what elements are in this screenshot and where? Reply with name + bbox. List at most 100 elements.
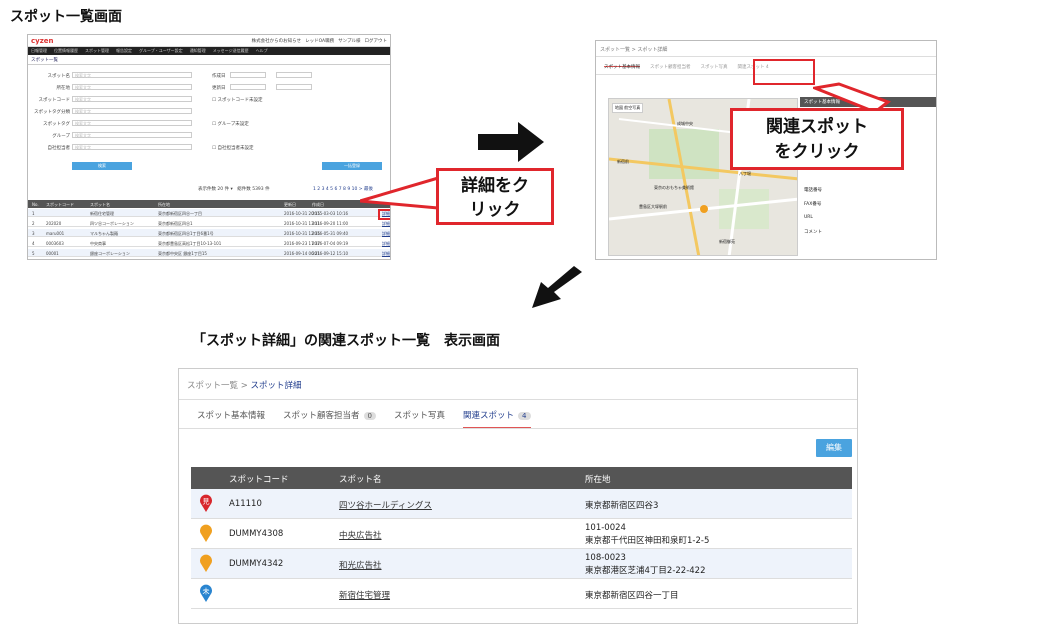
table-cell: 東京都中央区 銀座1丁目15 bbox=[158, 251, 207, 256]
table-row[interactable]: DUMMY4342 和光広告社 108-0023 東京都港区芝浦4丁目2-22-422 bbox=[191, 549, 852, 579]
table-cell: maru001 bbox=[46, 231, 65, 236]
arrow-down-left-icon bbox=[532, 266, 582, 308]
form-label: 所在地 bbox=[56, 86, 71, 91]
spot-pin-icon bbox=[200, 524, 212, 542]
cyzen-logo: cyzen bbox=[31, 36, 54, 45]
table-row[interactable]: 4 0003603 中央商事 東京都豊島区高松1丁目10-13-101 2016-09-… bbox=[28, 239, 390, 247]
form-input[interactable]: 検索文字 bbox=[72, 72, 192, 78]
spot-name-link[interactable]: 四ツ谷ホールディングス bbox=[339, 499, 432, 511]
map-type-map[interactable]: 地図 bbox=[615, 105, 623, 110]
breadcrumb-parent[interactable]: スポット一覧 > bbox=[187, 381, 251, 391]
checkbox-label[interactable]: ☐ グループ未設定 bbox=[212, 121, 249, 127]
header-link[interactable]: ログアウト bbox=[365, 38, 388, 44]
map-label: 成城中央 bbox=[677, 121, 693, 126]
address-line1: 101-0024 bbox=[585, 523, 626, 533]
search-button[interactable]: 検索 bbox=[72, 162, 132, 170]
table-cell: 2 bbox=[32, 221, 35, 226]
tab-badge: 4 bbox=[518, 412, 531, 420]
address: 東京都新宿区四谷一丁目 bbox=[585, 591, 679, 601]
search-form: スポット名 検索文字 所在地 検索文字 スポットコード 検索文字 スポットタグ分類 検索文字ス… bbox=[28, 65, 390, 180]
form-input[interactable]: 検索文字 bbox=[72, 108, 192, 114]
header-links: 株式会社からのお知らせ レッドOA職務 サンプル様 ログアウト bbox=[252, 38, 387, 44]
header-link[interactable]: 株式会社からのお知らせ bbox=[252, 38, 301, 44]
form-input[interactable]: 検索文字 bbox=[72, 144, 192, 150]
tab-divider bbox=[179, 428, 857, 429]
form-label: 作成日 bbox=[212, 74, 226, 79]
batch-button[interactable]: 一括登録 bbox=[322, 162, 382, 170]
detail-link[interactable]: 詳細 bbox=[382, 221, 390, 227]
related-table-header: スポットコード スポット名 所在地 bbox=[191, 467, 852, 489]
table-row[interactable]: DUMMY4308 中央広告社 101-0024 東京都千代田区神田和泉町1-2-5 bbox=[191, 519, 852, 549]
callout-detail: 詳細をク リック bbox=[436, 168, 554, 225]
callout-related-line1: 関連スポット bbox=[766, 117, 868, 137]
menu-item[interactable]: 位置情報履歴 bbox=[54, 48, 78, 54]
tab-1[interactable]: スポット基本情報 bbox=[197, 409, 265, 429]
table-cell: 中央商事 bbox=[90, 241, 106, 246]
map-label: 東京のおもちゃ美術館 bbox=[654, 185, 694, 190]
detail-tab[interactable]: スポット顧客担当者 bbox=[650, 64, 691, 70]
table-cell: 2016-09-12 15:10 bbox=[312, 251, 349, 256]
table-cell: 00001 bbox=[46, 251, 59, 256]
date-input[interactable] bbox=[230, 84, 266, 90]
header-link[interactable]: レッドOA職務 bbox=[305, 38, 334, 44]
related-spots-screenshot: スポット一覧 > スポット詳細 スポット基本情報 スポット顧客担当者 0 スポット写真… bbox=[178, 368, 858, 624]
related-breadcrumb: スポット一覧 > スポット詳細 bbox=[179, 369, 857, 400]
form-input[interactable]: 検索文字 bbox=[72, 120, 192, 126]
detail-tab[interactable]: スポット基本情報 bbox=[604, 64, 640, 70]
table-cell: 東京都新宿区四谷1丁目6番1号 bbox=[158, 231, 214, 236]
table-row[interactable]: 3 maru001 マルちゃん製麺 東京都新宿区四谷1丁目6番1号 2016-10-31… bbox=[28, 229, 390, 237]
form-input[interactable]: 検索文字 bbox=[72, 132, 192, 138]
table-row[interactable]: 2 202020 四ツ谷コーポレーション 東京都新宿区四谷1 2016-10-31 13… bbox=[28, 219, 390, 227]
menu-item[interactable]: グループ・ユーザー設定 bbox=[139, 48, 183, 54]
column-header: スポットコード bbox=[46, 202, 74, 207]
tab-badge: 0 bbox=[363, 412, 376, 420]
map-type-satellite[interactable]: 航空写真 bbox=[624, 105, 640, 110]
tab-4[interactable]: 関連スポット 4 bbox=[463, 409, 531, 429]
tab-2[interactable]: スポット顧客担当者 0 bbox=[283, 409, 376, 429]
page-heading-bottom: 「スポット詳細」の関連スポット一覧 表示画面 bbox=[192, 333, 500, 349]
menu-item[interactable]: ヘルプ bbox=[256, 48, 268, 54]
menu-item[interactable]: スポット管理 bbox=[85, 48, 109, 54]
table-row[interactable]: 見 A11110 四ツ谷ホールディングス 東京都新宿区四谷3 bbox=[191, 489, 852, 519]
column-header: 所在地 bbox=[158, 202, 170, 207]
map-label: 八丁堀 bbox=[739, 171, 751, 176]
side-item: FAX番号 bbox=[804, 202, 822, 207]
date-input[interactable] bbox=[230, 72, 266, 78]
form-input[interactable]: 検索文字 bbox=[72, 84, 192, 90]
detail-link[interactable]: 詳細 bbox=[382, 231, 390, 237]
checkbox-label[interactable]: ☐ 自社担当者未設定 bbox=[212, 145, 253, 151]
menu-item[interactable]: 日報管理 bbox=[31, 48, 47, 54]
form-input[interactable]: 検索文字 bbox=[72, 96, 192, 102]
date-input[interactable] bbox=[276, 72, 312, 78]
tab-3[interactable]: スポット写真 bbox=[394, 409, 445, 429]
menu-item[interactable]: 通知管理 bbox=[190, 48, 206, 54]
column-header: スポット名 bbox=[339, 475, 382, 485]
spot-name-link[interactable]: 新宿住宅管理 bbox=[339, 589, 390, 601]
detail-breadcrumb: スポット一覧 > スポット詳細 bbox=[596, 41, 936, 57]
spot-name-link[interactable]: 和光広告社 bbox=[339, 559, 382, 571]
result-count: 表示件数 20 件 ▾ 総件数 5393 件 bbox=[198, 187, 270, 192]
spot-code: DUMMY4342 bbox=[229, 559, 284, 569]
detail-link[interactable]: 詳細 bbox=[382, 241, 390, 247]
spot-name-link[interactable]: 中央広告社 bbox=[339, 529, 382, 541]
edit-button[interactable]: 編集 bbox=[816, 439, 852, 457]
table-row[interactable]: 1 新宿住宅管理 東京都新宿区四谷一丁目 2016-10-31 20:15 2015-0… bbox=[28, 209, 390, 217]
address: 東京都新宿区四谷3 bbox=[585, 501, 659, 511]
table-cell: 5 bbox=[32, 251, 35, 256]
form-label: スポットコード bbox=[38, 98, 71, 103]
menu-item[interactable]: メッセージ送信履歴 bbox=[213, 48, 249, 54]
date-input[interactable] bbox=[276, 84, 312, 90]
table-cell: 2016-05-31 09:40 bbox=[312, 231, 349, 236]
table-cell: 4 bbox=[32, 241, 35, 246]
address-line1: 108-0023 bbox=[585, 553, 626, 563]
detail-tab[interactable]: スポット写真 bbox=[701, 64, 728, 70]
header-link[interactable]: サンプル様 bbox=[338, 38, 360, 44]
menu-item[interactable]: 報告設定 bbox=[116, 48, 132, 54]
checkbox-label[interactable]: ☐ スポットコード未設定 bbox=[212, 97, 262, 103]
table-row[interactable]: 未 新宿住宅管理 東京都新宿区四谷一丁目 bbox=[191, 579, 852, 609]
tab-label: 関連スポット bbox=[463, 411, 515, 421]
table-row[interactable]: 5 00001 銀座コーポレーション 東京都中央区 銀座1丁目15 2016-09-14… bbox=[28, 249, 390, 257]
spot-list-screenshot: cyzen 株式会社からのお知らせ レッドOA職務 サンプル様 ログアウト 日報管理 位… bbox=[27, 34, 391, 260]
breadcrumb: スポット一覧 bbox=[28, 55, 390, 65]
detail-link[interactable]: 詳細 bbox=[382, 251, 390, 257]
